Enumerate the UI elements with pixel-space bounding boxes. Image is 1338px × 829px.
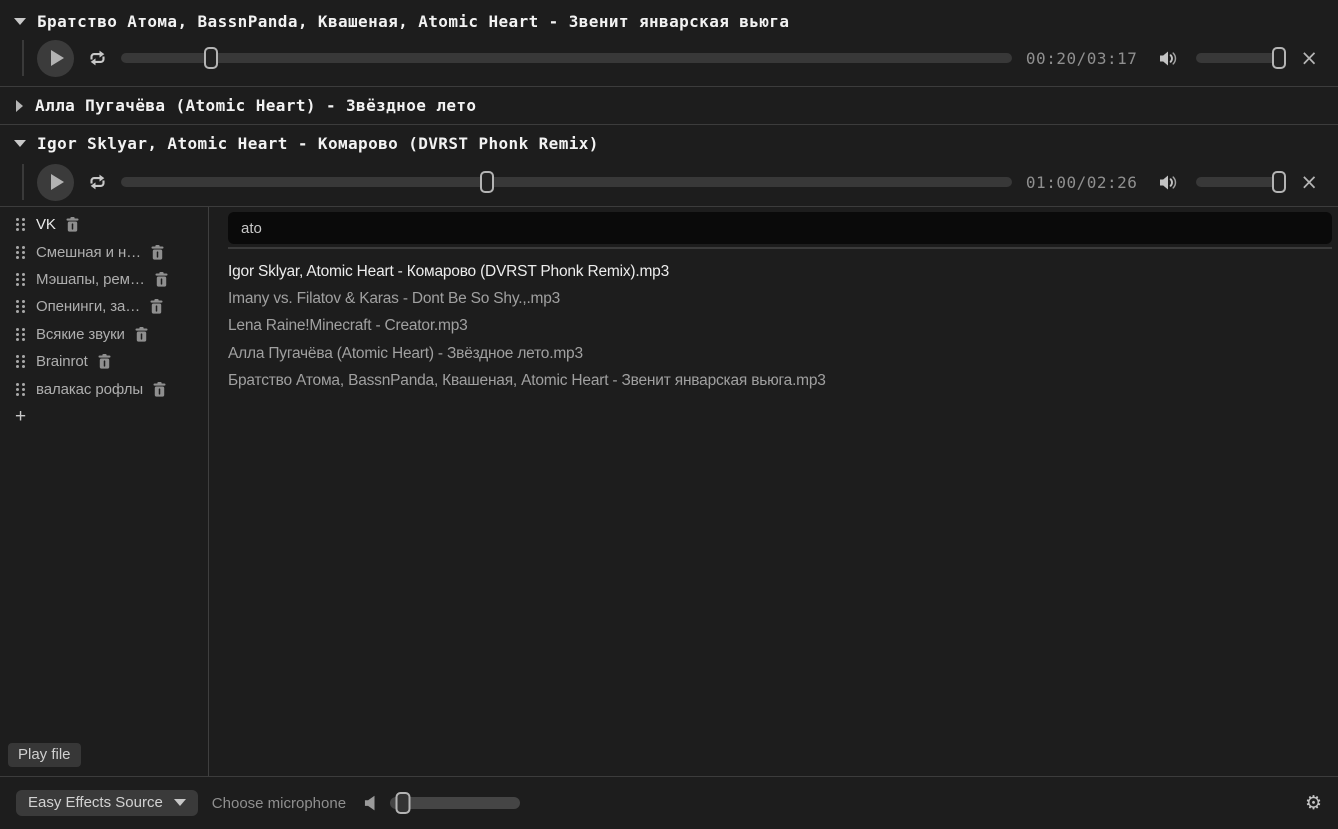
file-list: Igor Sklyar, Atomic Heart - Комарово (DV… [228,258,1332,395]
file-browser: Igor Sklyar, Atomic Heart - Комарово (DV… [209,207,1338,776]
sidebar-item-playlist[interactable]: Опенинги, за… [0,293,208,320]
delete-playlist-button[interactable] [155,272,168,287]
player-header-1[interactable]: Братство Атома, BassnPanda, Квашеная, At… [0,0,1338,36]
drag-handle-icon[interactable] [16,273,25,286]
sidebar-item-vk[interactable]: VK [0,211,208,238]
sidebar-item-playlist[interactable]: валакас рофлы [0,375,208,402]
drag-handle-icon[interactable] [16,328,25,341]
playlist-label: валакас рофлы [36,381,143,398]
trash-icon [151,245,164,260]
trash-icon [153,382,166,397]
sidebar-item-playlist[interactable]: Всякие звуки [0,321,208,348]
file-item[interactable]: Братство Атома, BassnPanda, Квашеная, At… [228,368,1332,395]
playlist-label: Всякие звуки [36,326,125,343]
volume-handle[interactable] [1272,47,1286,69]
player-title: Алла Пугачёва (Atomic Heart) - Звёздное … [35,96,476,115]
sidebar-item-playlist[interactable]: Brainrot [0,348,208,375]
playlist-label: VK [36,216,56,233]
repeat-icon[interactable] [87,172,108,192]
volume-slider[interactable] [1196,177,1286,187]
player-title: Братство Атома, BassnPanda, Квашеная, At… [37,12,789,31]
player-title: Igor Sklyar, Atomic Heart - Комарово (DV… [37,134,599,153]
delete-playlist-button[interactable] [153,382,166,397]
delete-playlist-button[interactable] [151,245,164,260]
time-label: 00:20/03:17 [1026,49,1137,68]
delete-playlist-button[interactable] [135,327,148,342]
search-underline [228,247,1332,249]
trash-icon [155,272,168,287]
seek-slider[interactable] [121,177,1012,187]
indent-line [22,40,24,76]
seek-handle[interactable] [480,171,494,193]
microphone-volume-handle[interactable] [396,792,411,814]
chevron-down-icon [174,799,186,806]
playlist-label: Смешная и н… [36,244,141,261]
close-icon[interactable]: × [1300,50,1318,66]
play-button[interactable] [37,40,74,77]
search-input[interactable] [228,212,1332,244]
volume-icon[interactable] [1157,49,1180,68]
trash-icon [135,327,148,342]
source-dropdown[interactable]: Easy Effects Source [16,790,198,816]
trash-icon [150,299,163,314]
repeat-icon[interactable] [87,48,108,68]
drag-handle-icon[interactable] [16,246,25,259]
file-item[interactable]: Алла Пугачёва (Atomic Heart) - Звёздное … [228,340,1332,367]
play-icon [51,50,64,66]
delete-playlist-button[interactable] [150,299,163,314]
add-playlist-row: + [0,403,208,430]
players-section: Братство Атома, BassnPanda, Квашеная, At… [0,0,1338,202]
microphone-volume-slider[interactable] [390,797,520,809]
add-playlist-button[interactable]: + [15,407,26,426]
time-label: 01:00/02:26 [1026,173,1137,192]
playlist-sidebar: VK Смешная и н… Мэшапы, рем… [0,207,209,776]
player-controls-3: 01:00/02:26 × [0,162,1338,202]
source-dropdown-label: Easy Effects Source [28,794,163,811]
play-file-button[interactable]: Play file [8,743,81,767]
drag-handle-icon[interactable] [16,355,25,368]
playlist-label: Brainrot [36,353,88,370]
seek-slider[interactable] [121,53,1012,63]
playlist-label: Мэшапы, рем… [36,271,145,288]
player-controls-1: 00:20/03:17 × [0,36,1338,80]
file-item[interactable]: Imany vs. Filatov & Karas - Dont Be So S… [228,285,1332,312]
sidebar-item-playlist[interactable]: Мэшапы, рем… [0,266,208,293]
volume-handle[interactable] [1272,171,1286,193]
file-item[interactable]: Igor Sklyar, Atomic Heart - Комарово (DV… [228,258,1332,285]
close-icon[interactable]: × [1300,174,1318,190]
play-button[interactable] [37,164,74,201]
caret-down-icon[interactable] [14,18,26,25]
delete-playlist-button[interactable] [98,354,111,369]
file-item[interactable]: Lena Raine!Minecraft - Creator.mp3 [228,313,1332,340]
main-region: VK Смешная и н… Мэшапы, рем… [0,206,1338,776]
bottom-bar: Easy Effects Source Choose microphone ⚙ [0,776,1338,829]
play-icon [51,174,64,190]
player-header-3[interactable]: Igor Sklyar, Atomic Heart - Комарово (DV… [0,125,1338,162]
choose-microphone-label: Choose microphone [212,795,346,812]
delete-playlist-button[interactable] [66,217,79,232]
trash-icon [66,217,79,232]
caret-right-icon[interactable] [16,100,23,112]
gear-icon[interactable]: ⚙ [1305,794,1322,813]
drag-handle-icon[interactable] [16,300,25,313]
drag-handle-icon[interactable] [16,218,25,231]
muted-speaker-icon[interactable] [363,794,377,812]
trash-icon [98,354,111,369]
caret-down-icon[interactable] [14,140,26,147]
seek-handle[interactable] [204,47,218,69]
volume-slider[interactable] [1196,53,1286,63]
volume-icon[interactable] [1157,173,1180,192]
sidebar-item-playlist[interactable]: Смешная и н… [0,238,208,265]
indent-line [22,164,24,200]
drag-handle-icon[interactable] [16,383,25,396]
player-header-2[interactable]: Алла Пугачёва (Atomic Heart) - Звёздное … [0,87,1338,124]
sidebar-spacer [0,430,208,743]
playlist-label: Опенинги, за… [36,298,140,315]
